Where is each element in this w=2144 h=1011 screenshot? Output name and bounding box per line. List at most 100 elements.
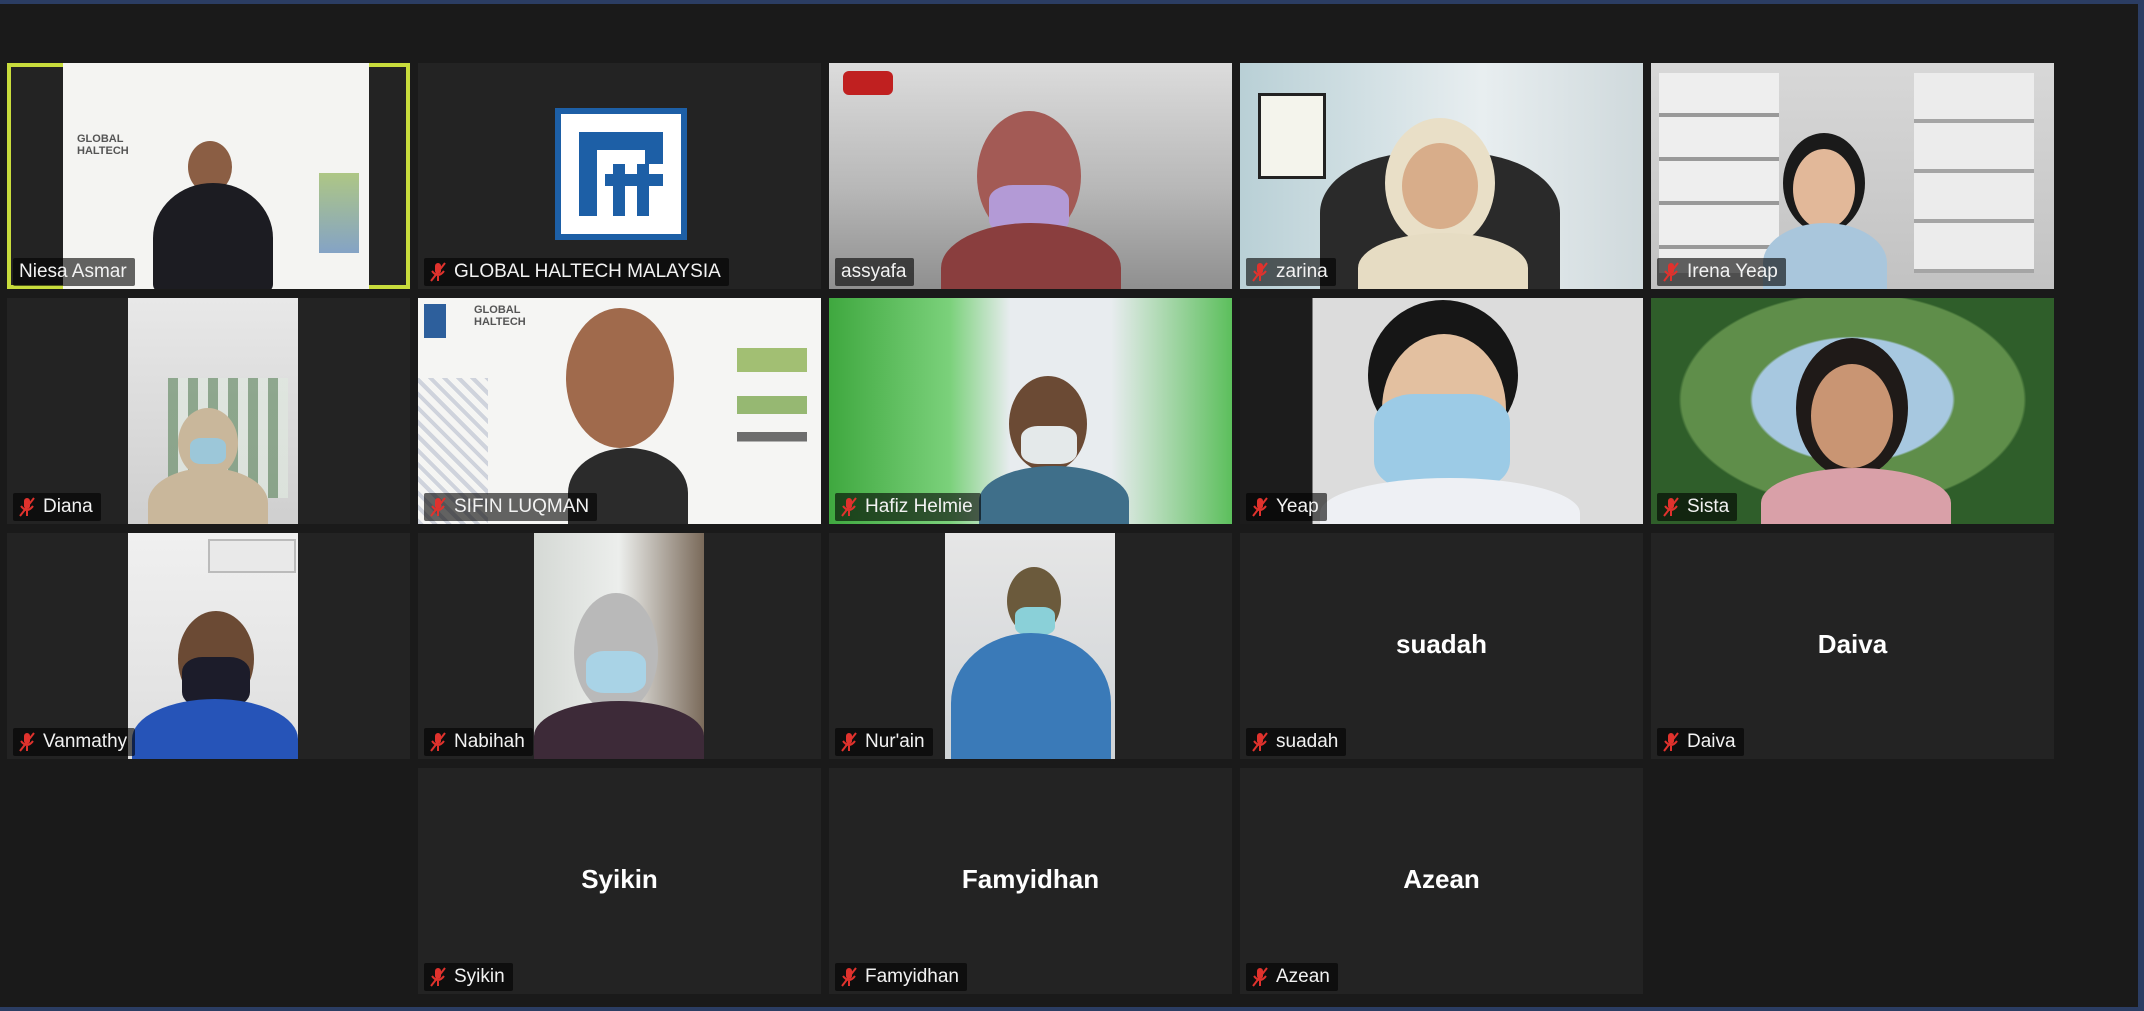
microphone-muted-icon	[430, 262, 446, 282]
participant-name-label: Diana	[13, 493, 101, 521]
participant-name-label: Azean	[1246, 963, 1338, 991]
participant-display-name: Famyidhan	[961, 864, 1100, 894]
face-mask	[1015, 607, 1055, 635]
empty-slot	[1651, 768, 2054, 994]
participant-body	[1320, 478, 1580, 524]
participant-tile-daiva[interactable]: Daiva Daiva	[1651, 533, 2054, 759]
participant-name-label: Hafiz Helmie	[835, 493, 981, 521]
participant-body	[979, 466, 1129, 524]
participant-face	[1402, 143, 1478, 229]
video-feed	[128, 298, 298, 524]
participant-tile-azean[interactable]: Azean Azean	[1240, 768, 1643, 994]
participant-tile-niesa-asmar[interactable]: GLOBAL HALTECH Niesa Asmar	[7, 63, 410, 289]
participant-tile-irena-yeap[interactable]: Irena Yeap	[1651, 63, 2054, 289]
participant-tile-diana[interactable]: Diana	[7, 298, 410, 524]
participant-tile-yeap[interactable]: Yeap	[1240, 298, 1643, 524]
microphone-muted-icon	[1252, 967, 1268, 987]
participant-face	[1793, 149, 1855, 229]
video-feed	[829, 298, 1232, 524]
wall-frame	[1258, 93, 1326, 179]
microphone-muted-icon	[430, 732, 446, 752]
participant-tile-nurain[interactable]: Nur'ain	[829, 533, 1232, 759]
participant-display-name: suadah	[1395, 629, 1488, 659]
participant-tile-vanmathy[interactable]: Vanmathy	[7, 533, 410, 759]
video-feed	[128, 533, 298, 759]
participant-tile-syikin[interactable]: Syikin Syikin	[418, 768, 821, 994]
face-mask	[190, 438, 226, 464]
participant-name-label: GLOBAL HALTECH MALAYSIA	[424, 258, 729, 286]
video-feed	[1651, 298, 2054, 524]
face-mask	[586, 651, 646, 693]
video-feed	[534, 533, 704, 759]
participant-face	[1811, 364, 1893, 468]
participant-display-name: Syikin	[581, 864, 658, 894]
participant-face	[566, 308, 674, 448]
participant-body	[1761, 468, 1951, 524]
participant-body	[951, 633, 1111, 759]
empty-slot	[7, 768, 410, 994]
video-feed	[945, 533, 1115, 759]
microphone-muted-icon	[1252, 262, 1268, 282]
participant-body	[153, 183, 273, 289]
participant-body	[132, 699, 298, 759]
participant-name-label: assyafa	[835, 258, 915, 286]
participant-body	[534, 701, 704, 759]
microphone-muted-icon	[1663, 262, 1679, 282]
wall-sign	[843, 71, 893, 95]
participant-name-label: SIFIN LUQMAN	[424, 493, 598, 521]
banner-graphic	[319, 173, 359, 253]
participant-name-label: Daiva	[1657, 728, 1744, 756]
participant-name-label: Famyidhan	[835, 963, 967, 991]
participant-name-label: Nabihah	[424, 728, 533, 756]
microphone-muted-icon	[430, 497, 446, 517]
shelf	[1914, 73, 2034, 273]
haltech-logo-text: GLOBAL HALTECH	[424, 304, 526, 338]
face-mask	[1374, 394, 1510, 490]
participant-name-label: zarina	[1246, 258, 1336, 286]
video-feed	[1651, 63, 2054, 289]
video-feed	[1240, 63, 1643, 289]
microphone-muted-icon	[19, 732, 35, 752]
haltech-logo-text: GLOBAL HALTECH	[77, 133, 129, 157]
window-right-edge	[2138, 0, 2144, 1011]
shelf	[1659, 73, 1779, 273]
face-mask	[1021, 426, 1077, 464]
participant-body	[941, 223, 1121, 289]
microphone-muted-icon	[1252, 732, 1268, 752]
participant-name-label: Nur'ain	[835, 728, 933, 756]
video-feed: GLOBAL HALTECH	[418, 298, 821, 524]
air-conditioner	[208, 539, 296, 573]
microphone-muted-icon	[841, 497, 857, 517]
participant-name-label: Irena Yeap	[1657, 258, 1786, 286]
window-bottom-edge	[0, 1007, 2144, 1011]
participant-name-label: suadah	[1246, 728, 1347, 756]
haltech-logo	[555, 108, 687, 240]
video-feed	[829, 63, 1232, 289]
participant-name-label: Yeap	[1246, 493, 1327, 521]
participant-tile-global-haltech[interactable]: GLOBAL HALTECH MALAYSIA	[418, 63, 821, 289]
participant-display-name: Azean	[1403, 864, 1480, 894]
participant-tile-sista[interactable]: Sista	[1651, 298, 2054, 524]
participant-tile-nabihah[interactable]: Nabihah	[418, 533, 821, 759]
participant-tile-sifin-luqman[interactable]: GLOBAL HALTECH SIFIN LUQMAN	[418, 298, 821, 524]
window-top-edge	[0, 0, 2144, 4]
participant-tile-famyidhan[interactable]: Famyidhan Famyidhan	[829, 768, 1232, 994]
participant-name-label: Vanmathy	[13, 728, 136, 756]
participant-tile-assyafa[interactable]: assyafa	[829, 63, 1232, 289]
microphone-muted-icon	[1663, 497, 1679, 517]
video-gallery: GLOBAL HALTECH Niesa Asmar GLOBAL HALTECH…	[7, 63, 2054, 994]
microphone-muted-icon	[841, 732, 857, 752]
microphone-muted-icon	[430, 967, 446, 987]
participant-tile-hafiz-helmie[interactable]: Hafiz Helmie	[829, 298, 1232, 524]
microphone-muted-icon	[19, 497, 35, 517]
microphone-muted-icon	[1252, 497, 1268, 517]
video-feed: GLOBAL HALTECH	[63, 63, 369, 289]
participant-name-label: Syikin	[424, 963, 513, 991]
microphone-muted-icon	[1663, 732, 1679, 752]
banner-graphic	[737, 348, 807, 468]
participant-name-label: Sista	[1657, 493, 1738, 521]
participant-tile-zarina[interactable]: zarina	[1240, 63, 1643, 289]
video-feed	[1240, 298, 1643, 524]
participant-display-name: Daiva	[1817, 629, 1888, 659]
participant-tile-suadah[interactable]: suadah suadah	[1240, 533, 1643, 759]
